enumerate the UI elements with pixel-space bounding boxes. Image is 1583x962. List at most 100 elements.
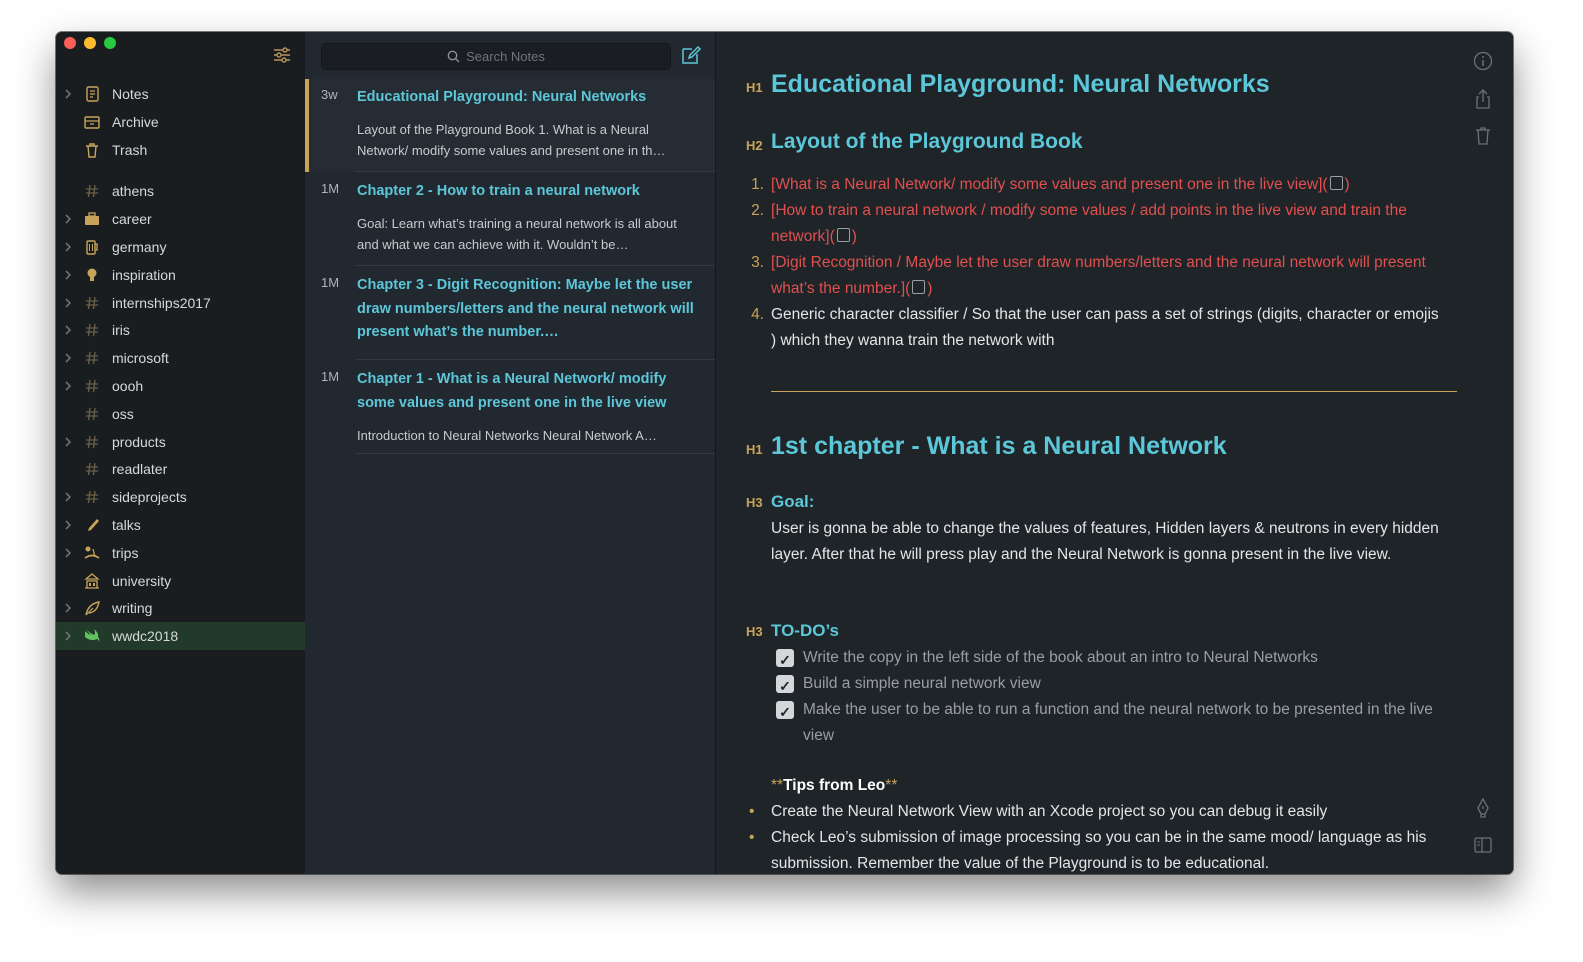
sidebar-item-label: trips: [112, 544, 139, 561]
minimize-window-button[interactable]: [84, 37, 96, 49]
note-list-item[interactable]: 1M Chapter 2 - How to train a neural net…: [305, 173, 715, 266]
note-link[interactable]: Digit Recognition / Maybe let the user d…: [771, 254, 1426, 297]
note-link-icon[interactable]: [836, 227, 850, 242]
goal-heading: Goal:: [771, 492, 815, 511]
sidebar-item-internships2017[interactable]: internships2017: [56, 289, 305, 317]
chevron-right-icon[interactable]: [63, 519, 73, 531]
close-window-button[interactable]: [64, 37, 76, 49]
sidebar-item-label: microsoft: [112, 350, 169, 367]
sidebar-item-germany[interactable]: germany: [56, 233, 305, 261]
sidebar-item-trips[interactable]: trips: [56, 539, 305, 567]
sidebar-item-sideprojects[interactable]: sideprojects: [56, 483, 305, 511]
chevron-right-icon[interactable]: [63, 436, 73, 448]
sidebar-item-university[interactable]: university: [56, 567, 305, 595]
sidebar-item-career[interactable]: career: [56, 205, 305, 233]
sidebar-item-talks[interactable]: talks: [56, 511, 305, 539]
hash-icon: [86, 379, 98, 393]
sidebar-item-label: readlater: [112, 461, 168, 478]
hash-icon: [86, 324, 98, 337]
list-text: Generic character classifier / So that t…: [771, 306, 1439, 349]
sidebar-item-products[interactable]: products: [56, 428, 305, 456]
zoom-window-button[interactable]: [104, 37, 116, 49]
chevron-right-icon[interactable]: [63, 88, 73, 100]
filter-settings-icon[interactable]: [272, 45, 292, 65]
note-list-item[interactable]: 1M Chapter 3 - Digit Recognition: Maybe …: [305, 267, 715, 360]
note-list-item[interactable]: 3w Educational Playground: Neural Networ…: [305, 79, 715, 172]
sidebar-item-label: sideprojects: [112, 489, 187, 506]
tip-text: Create the Neural Network View with an X…: [771, 803, 1328, 820]
sidebar-item-iris[interactable]: iris: [56, 316, 305, 344]
search-placeholder: Search Notes: [466, 49, 545, 64]
hash-icon: [86, 463, 98, 476]
tips-heading: **Tips from Leo**: [771, 777, 898, 794]
microphone-icon: [88, 518, 99, 531]
sidebar-item-wwdc2018[interactable]: wwdc2018: [56, 622, 305, 650]
chevron-right-icon[interactable]: [63, 602, 73, 614]
sidebar: Notes Archive Trash athens career germany insp…: [56, 32, 306, 874]
compose-note-icon[interactable]: [680, 44, 702, 66]
sidebar-list: Notes Archive Trash athens career germany insp…: [56, 80, 305, 650]
chevron-right-icon[interactable]: [63, 241, 73, 253]
checkmark-icon: ✓: [779, 678, 791, 694]
chevron-right-icon[interactable]: [63, 380, 73, 392]
hash-icon: [86, 407, 98, 420]
sidebar-item-label: germany: [112, 238, 167, 255]
hash-icon: [86, 185, 98, 198]
note-list-panel: Search Notes 3w Educational Playground: …: [305, 32, 716, 874]
checkmark-icon: ✓: [779, 704, 791, 720]
note-list-item[interactable]: 1M Chapter 1 - What is a Neural Network/…: [305, 361, 715, 454]
search-input[interactable]: Search Notes: [321, 43, 671, 70]
chevron-right-icon[interactable]: [63, 547, 73, 559]
note-link[interactable]: What is a Neural Network/ modify some va…: [775, 176, 1318, 193]
list-number: 2.: [751, 202, 764, 219]
h3-marker: H3: [746, 624, 763, 639]
sidebar-item-athens[interactable]: athens: [56, 177, 305, 205]
note-preview: Layout of the Playground Book 1. What is…: [357, 122, 666, 158]
trash-icon[interactable]: [1472, 125, 1494, 147]
todo-checkbox[interactable]: ✓: [776, 675, 794, 694]
sidebar-item-label: wwdc2018: [112, 628, 179, 645]
sidebar-item-label: career: [112, 211, 152, 228]
list-number: 4.: [751, 306, 764, 323]
h1-marker: H1: [746, 80, 763, 95]
note-title: Chapter 3 - Digit Recognition: Maybe let…: [357, 277, 694, 340]
chevron-right-icon[interactable]: [63, 297, 73, 309]
chevron-right-icon[interactable]: [63, 352, 73, 364]
chevron-right-icon[interactable]: [63, 630, 73, 642]
chevron-right-icon[interactable]: [63, 269, 73, 281]
sidebar-item-readlater[interactable]: readlater: [56, 455, 305, 483]
share-icon[interactable]: [1472, 88, 1494, 110]
tip-item: • Create the Neural Network View with an …: [749, 803, 1328, 820]
sidebar-toggle-icon[interactable]: [1472, 834, 1494, 856]
h1-marker: H1: [746, 442, 763, 457]
sidebar-item-writing[interactable]: writing: [56, 594, 305, 622]
list-number: 3.: [751, 254, 764, 271]
sidebar-item-inspiration[interactable]: inspiration: [56, 261, 305, 289]
lightbulb-icon: [87, 268, 97, 281]
briefcase-icon: [85, 212, 99, 226]
goal-text: User is gonna be able to change the valu…: [771, 520, 1439, 563]
sidebar-item-oss[interactable]: oss: [56, 400, 305, 428]
sidebar-item-microsoft[interactable]: microsoft: [56, 344, 305, 372]
chevron-right-icon[interactable]: [63, 213, 73, 225]
sidebar-item-label: talks: [112, 516, 141, 533]
note-link-icon[interactable]: [912, 279, 926, 294]
note-editor[interactable]: H1 Educational Playground: Neural Networ…: [716, 32, 1513, 874]
note-title: Educational Playground: Neural Networks: [357, 89, 647, 105]
pen-nib-icon[interactable]: [1472, 797, 1494, 819]
sidebar-item-notes[interactable]: Notes: [56, 80, 305, 108]
note-age: 3w: [321, 87, 338, 102]
note-link-icon[interactable]: [1329, 176, 1343, 190]
todo-checkbox[interactable]: ✓: [776, 701, 794, 720]
todo-text: Write the copy in the left side of the b…: [803, 649, 1318, 666]
selection-indicator: [305, 79, 309, 172]
sidebar-item-oooh[interactable]: oooh: [56, 372, 305, 400]
chevron-right-icon[interactable]: [63, 491, 73, 503]
info-icon[interactable]: [1472, 50, 1494, 72]
chevron-right-icon[interactable]: [63, 324, 73, 336]
todo-checkbox[interactable]: ✓: [776, 649, 794, 668]
note-link[interactable]: How to train a neural network / modify s…: [771, 202, 1407, 245]
sidebar-item-trash[interactable]: Trash: [56, 136, 305, 164]
sidebar-item-archive[interactable]: Archive: [56, 108, 305, 136]
sidebar-item-label: Notes: [112, 86, 149, 102]
